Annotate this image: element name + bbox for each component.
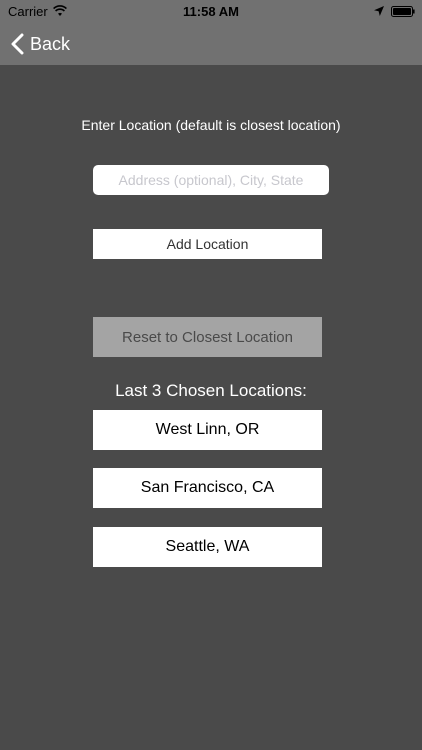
location-arrow-icon [374, 6, 384, 16]
chevron-left-icon [11, 33, 24, 55]
recent-location-button[interactable]: Seattle, WA [93, 527, 322, 567]
location-prompt: Enter Location (default is closest locat… [81, 117, 341, 133]
address-input[interactable] [93, 165, 329, 195]
reset-to-closest-location-button[interactable]: Reset to Closest Location [93, 317, 322, 357]
status-bar: Carrier 11:58 AM [0, 0, 422, 22]
navigation-bar-background: Carrier 11:58 AM Back [0, 0, 422, 65]
status-time: 11:58 AM [183, 4, 239, 19]
add-location-button[interactable]: Add Location [93, 229, 322, 259]
recent-location-button[interactable]: San Francisco, CA [93, 468, 322, 508]
battery-icon [391, 6, 415, 17]
navbar: Back [0, 22, 422, 65]
back-label: Back [30, 33, 71, 54]
location-form: Enter Location (default is closest locat… [0, 65, 422, 750]
back-button[interactable]: Back [10, 30, 70, 58]
recent-locations-heading: Last 3 Chosen Locations: [115, 381, 307, 400]
recent-location-button[interactable]: West Linn, OR [93, 410, 322, 450]
